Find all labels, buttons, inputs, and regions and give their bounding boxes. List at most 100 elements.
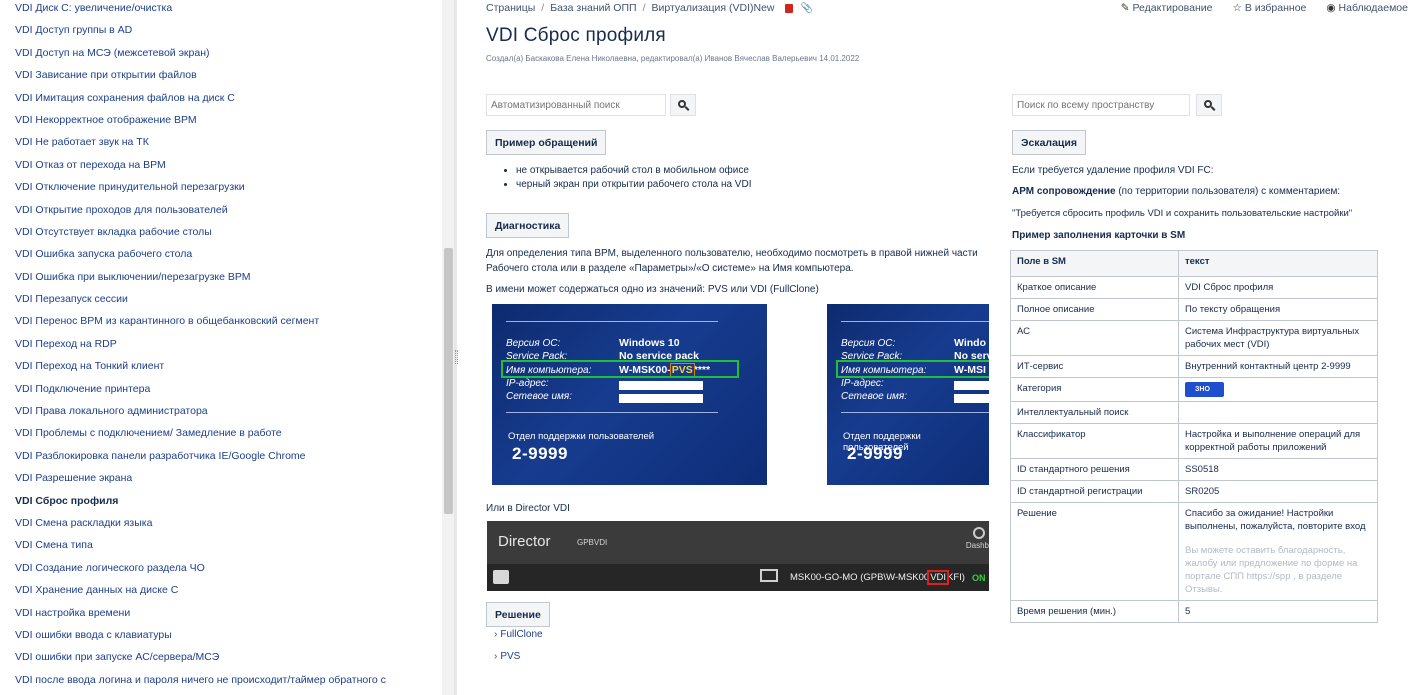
table-row: ID стандартного решения SS0518 <box>1010 458 1378 481</box>
page-byline: Создал(а) Баскакова Елена Николаевна, ре… <box>486 54 860 63</box>
cell-text: VDI Сброс профиля <box>1185 282 1274 293</box>
table-header-row: Поле в SM текст <box>1010 250 1378 277</box>
ip-label: IP-адрес: <box>506 378 549 389</box>
sidebar-item[interactable]: VDI Открытие проходов для пользователей <box>0 202 442 224</box>
attachment-icon[interactable]: 📎 <box>801 3 813 14</box>
list-item: черный экран при открытии рабочего стола… <box>516 178 966 192</box>
auto-search-button[interactable] <box>670 94 696 116</box>
table-cell-value: SR0205 <box>1178 480 1378 503</box>
table-cell-value: VDI Сброс профиля <box>1178 276 1378 299</box>
sidebar-item[interactable]: VDI Перенос ВРМ из карантинного в общеба… <box>0 313 442 335</box>
sidebar-item[interactable]: VDI настройка времени <box>0 605 442 627</box>
sidebar-item[interactable]: VDI Переход на Тонкий клиент <box>0 358 442 380</box>
table-cell-field: ID стандартной регистрации <box>1010 480 1179 503</box>
pvs-label: PVS <box>500 651 521 662</box>
sidebar-scrollbar-thumb[interactable] <box>444 248 453 514</box>
table-cell-field: Краткое описание <box>1010 276 1179 299</box>
table-cell-value: ЗНО <box>1178 377 1378 402</box>
support-label: Отдел поддержки пользователей <box>508 431 655 442</box>
restriction-icon[interactable] <box>784 3 793 13</box>
pvs-link[interactable]: › PVS <box>494 651 520 662</box>
escalation-button[interactable]: Эскалация <box>1012 130 1086 155</box>
diagnostics-button[interactable]: Диагностика <box>486 213 570 238</box>
director-dashboard: Dashb <box>965 541 989 550</box>
table-cell-value: SS0518 <box>1178 458 1378 481</box>
diagnostics-text-2: В имени может содержаться одно из значен… <box>486 284 819 295</box>
sidebar-item[interactable]: VDI Доступ группы в AD <box>0 22 442 44</box>
breadcrumb-kb[interactable]: База знаний ОПП <box>550 2 636 14</box>
sidebar-item[interactable]: VDI Смена типа <box>0 537 442 559</box>
user-list-icon <box>493 570 509 584</box>
table-cell-field: Классификатор <box>1010 423 1179 459</box>
space-search-input[interactable] <box>1012 94 1190 116</box>
sidebar-item[interactable]: VDI Отсутствует вкладка рабочие столы <box>0 224 442 246</box>
sidebar-item[interactable]: VDI Диск С: увеличение/очистка <box>0 0 442 22</box>
favorite-button[interactable]: ☆ В избранное <box>1233 2 1307 14</box>
sidebar-item[interactable]: VDI Разблокировка панели разработчика IE… <box>0 448 442 470</box>
breadcrumb-separator: / <box>642 2 646 14</box>
sidebar-item[interactable]: VDI Права локального администратора <box>0 403 442 425</box>
sidebar-item[interactable]: VDI Отключение принудительной перезагруз… <box>0 179 442 201</box>
sidebar-item[interactable]: VDI Имитация сохранения файлов на диск С <box>0 90 442 112</box>
breadcrumb-vdi[interactable]: Виртуализация (VDI)New <box>651 2 774 14</box>
cell-text: SS0518 <box>1185 464 1219 475</box>
cell-text: Настройка и выполнение операций для корр… <box>1185 429 1361 453</box>
table-cell-value: 5 <box>1178 600 1378 623</box>
edit-label: Редактирование <box>1132 2 1213 14</box>
breadcrumb: Страницы / База знаний ОПП / Виртуализац… <box>486 2 813 14</box>
eye-icon: ◉ <box>1326 2 1336 14</box>
breadcrumb-pages[interactable]: Страницы <box>486 2 535 14</box>
table-cell-value: Система Инфраструктура виртуальных рабоч… <box>1178 320 1378 356</box>
cell-text: SR0205 <box>1185 486 1220 497</box>
edit-button[interactable]: ✎ Редактирование <box>1121 2 1213 14</box>
sidebar-item[interactable]: VDI Переход на RDP <box>0 336 442 358</box>
escalation-line-1: Если требуется удаление профиля VDI FC: <box>1012 165 1214 176</box>
vdi-marker: VDI <box>927 570 950 585</box>
fullclone-label: FullClone <box>500 629 543 640</box>
sidebar-item[interactable]: VDI Создание логического раздела ЧО <box>0 560 442 582</box>
table-cell-value <box>1178 401 1378 424</box>
os-label: Версия ОС: <box>506 338 561 349</box>
highlight-box <box>501 360 739 378</box>
divider <box>506 412 718 413</box>
director-screenshot: Director GPBVDI Dashb MSK00-GO-MO (GPB\W… <box>487 521 989 591</box>
sidebar-item[interactable]: VDI Некорректное отображение ВРМ <box>0 112 442 134</box>
sidebar-item[interactable]: VDI Не работает звук на ТК <box>0 134 442 156</box>
fullclone-link[interactable]: › FullClone <box>494 629 543 640</box>
sidebar-item[interactable]: VDI Хранение данных на диске С <box>0 582 442 604</box>
sidebar-item[interactable]: VDI Подключение принтера <box>0 381 442 403</box>
sidebar-splitter[interactable] <box>455 0 457 695</box>
sidebar-item[interactable]: VDI Доступ на МСЭ (межсетевой экран) <box>0 45 442 67</box>
sidebar-item[interactable]: VDI Сброс профиля <box>0 493 442 515</box>
sidebar-item[interactable]: VDI Проблемы с подключением/ Замедление … <box>0 425 442 447</box>
sidebar-item[interactable]: VDI Ошибка при выключении/перезагрузке В… <box>0 269 442 291</box>
watch-button[interactable]: ◉ Наблюдаемое <box>1326 2 1408 14</box>
breadcrumb-separator: / <box>541 2 545 14</box>
highlight-box <box>836 360 989 378</box>
table-cell-field: Время решения (мин.) <box>1010 600 1179 623</box>
sidebar-item[interactable]: VDI Разрешение экрана <box>0 470 442 492</box>
chevron-right-icon: › <box>494 629 498 640</box>
sidebar-item[interactable]: VDI Перезапуск сессии <box>0 291 442 313</box>
sidebar-item[interactable]: VDI Ошибка запуска рабочего стола <box>0 246 442 268</box>
sidebar-item[interactable]: VDI после ввода логина и пароля ничего н… <box>0 672 442 694</box>
splitter-grip-icon[interactable] <box>455 350 458 364</box>
requests-button[interactable]: Пример обращений <box>486 130 607 155</box>
sidebar-item[interactable]: VDI Смена раскладки языка <box>0 515 442 537</box>
sidebar-item[interactable]: VDI ошибки ввода с клавиатуры <box>0 627 442 649</box>
host-prefix: MSK00-GO-MO (GPB\W-MSK00 <box>790 572 930 583</box>
space-search-button[interactable] <box>1196 94 1222 116</box>
table-row: Полное описание По тексту обращения <box>1010 298 1378 321</box>
sidebar-item[interactable]: VDI Зависание при открытии файлов <box>0 67 442 89</box>
table-cell-field: Интеллектуальный поиск <box>1010 401 1179 424</box>
sidebar-item[interactable]: VDI Отказ от перехода на ВРМ <box>0 157 442 179</box>
solution-button[interactable]: Решение <box>486 602 550 627</box>
sidebar-scrollbar[interactable] <box>442 0 455 695</box>
table-row: Краткое описание VDI Сброс профиля <box>1010 276 1378 299</box>
sidebar-item[interactable]: VDI ошибки при запуске АС/сервера/МСЭ <box>0 649 442 671</box>
auto-search-input[interactable] <box>486 94 666 116</box>
table-cell-value: Внутренний контактный центр 2-9999 <box>1178 355 1378 378</box>
table-cell-value: Настройка и выполнение операций для корр… <box>1178 423 1378 459</box>
table-cell-field: ID стандартного решения <box>1010 458 1179 481</box>
table-row: Решение Спасибо за ожидание! Настройки вы… <box>1010 502 1378 601</box>
